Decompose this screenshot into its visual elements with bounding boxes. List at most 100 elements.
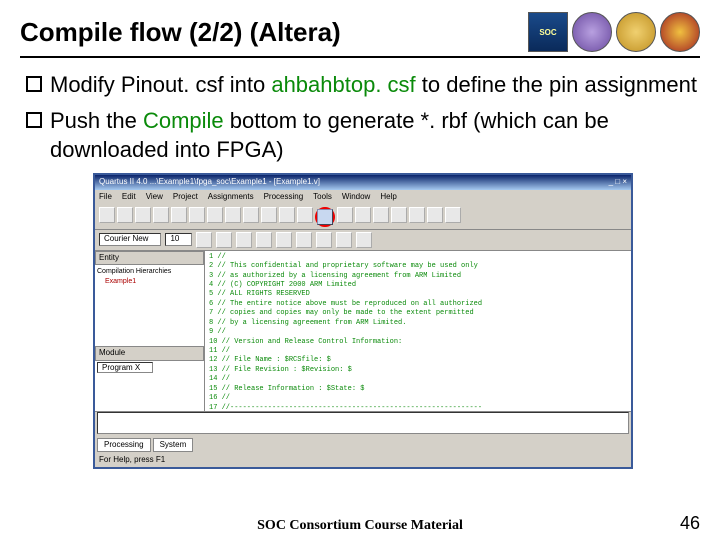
toolbar-icon[interactable] <box>296 232 312 248</box>
slide-title: Compile flow (2/2) (Altera) <box>20 17 341 48</box>
status-bar: For Help, press F1 <box>95 454 631 467</box>
window-title: Quartus II 4.0 ...\Example1\fpga_soc\Exa… <box>99 177 320 188</box>
toolbar-icon[interactable] <box>391 207 407 223</box>
toolbar-icon[interactable] <box>256 232 272 248</box>
toolbar-icon[interactable] <box>355 207 371 223</box>
play-icon <box>317 209 333 225</box>
page-number: 46 <box>680 513 700 534</box>
toolbar-icon[interactable] <box>276 232 292 248</box>
window-controls-icon: _ □ × <box>609 177 627 188</box>
slide-header: Compile flow (2/2) (Altera) SOC <box>20 12 700 58</box>
bullet-square-icon <box>26 112 42 128</box>
soc-logo: SOC <box>528 12 568 52</box>
code-line: 6 // The entire notice above must be rep… <box>209 300 627 309</box>
open-file-icon[interactable] <box>117 207 133 223</box>
paste-icon[interactable] <box>207 207 223 223</box>
left-panels: Entity Compilation Hierarchies Example1 … <box>95 251 205 411</box>
toolbar-icon[interactable] <box>216 232 232 248</box>
toolbar-row-1 <box>95 205 631 230</box>
redo-icon[interactable] <box>243 207 259 223</box>
university-logo-1-icon <box>616 12 656 52</box>
window-titlebar: Quartus II 4.0 ...\Example1\fpga_soc\Exa… <box>95 175 631 190</box>
code-line: 10 // Version and Release Control Inform… <box>209 338 627 347</box>
code-line: 4 // (C) COPYRIGHT 2000 ARM Limited <box>209 281 627 290</box>
module-panel-title: Module <box>95 346 204 361</box>
toolbar-row-2: Courier New 10 <box>95 230 631 251</box>
code-line: 13 // File Revision : $Revision: $ <box>209 366 627 375</box>
tree-item[interactable]: Compilation Hierarchies <box>97 267 202 276</box>
messages-area[interactable] <box>97 412 629 434</box>
menu-view[interactable]: View <box>146 192 163 203</box>
bullet-1: Modify Pinout. csf into ahbahbtop. csf t… <box>26 70 700 100</box>
fontsize-combo[interactable]: 10 <box>165 233 192 246</box>
bullet-1-pre: Modify Pinout. csf into <box>50 72 271 97</box>
menu-file[interactable]: File <box>99 192 112 203</box>
toolbar-icon[interactable] <box>196 232 212 248</box>
menu-window[interactable]: Window <box>342 192 370 203</box>
slide-footer: SOC Consortium Course Material <box>0 518 720 534</box>
toolbar-icon[interactable] <box>445 207 461 223</box>
toolbar-icon[interactable] <box>337 207 353 223</box>
save-icon[interactable] <box>135 207 151 223</box>
entity-panel-title: Entity <box>95 251 204 266</box>
new-file-icon[interactable] <box>99 207 115 223</box>
toolbar-icon[interactable] <box>409 207 425 223</box>
program-combo[interactable]: Program X <box>97 362 153 373</box>
toolbar-icon[interactable] <box>261 207 277 223</box>
code-line: 11 // <box>209 347 627 356</box>
entity-panel-body: Compilation Hierarchies Example1 <box>95 265 204 346</box>
code-editor[interactable]: 1 // 2 // This confidential and propriet… <box>205 251 631 411</box>
code-line: 12 // File Name : $RCSfile: $ <box>209 356 627 365</box>
menu-help[interactable]: Help <box>380 192 396 203</box>
toolbar-icon[interactable] <box>356 232 372 248</box>
toolbar-icon[interactable] <box>373 207 389 223</box>
bottom-tabs: Processing System <box>95 436 631 455</box>
undo-icon[interactable] <box>225 207 241 223</box>
bullet-2-pre: Push the <box>50 108 143 133</box>
menu-bar: File Edit View Project Assignments Proce… <box>95 190 631 205</box>
bottom-panel: Processing System For Help, press F1 <box>95 411 631 468</box>
code-line: 5 // ALL RIGHTS RESERVED <box>209 290 627 299</box>
editor-body: Entity Compilation Hierarchies Example1 … <box>95 251 631 411</box>
code-line: 9 // <box>209 328 627 337</box>
toolbar-icon[interactable] <box>316 232 332 248</box>
font-combo[interactable]: Courier New <box>99 233 161 246</box>
bullet-2: Push the Compile bottom to generate *. r… <box>26 106 700 165</box>
menu-assignments[interactable]: Assignments <box>208 192 254 203</box>
copy-icon[interactable] <box>189 207 205 223</box>
toolbar-icon[interactable] <box>236 232 252 248</box>
toolbar-icon[interactable] <box>427 207 443 223</box>
tab-system[interactable]: System <box>153 438 194 453</box>
toolbar-icon[interactable] <box>336 232 352 248</box>
menu-edit[interactable]: Edit <box>122 192 136 203</box>
code-line: 16 // <box>209 394 627 403</box>
menu-project[interactable]: Project <box>173 192 198 203</box>
logo-row: SOC <box>528 12 700 52</box>
slide-content: Modify Pinout. csf into ahbahbtop. csf t… <box>20 70 700 469</box>
university-logo-2-icon <box>660 12 700 52</box>
consortium-logo-icon <box>572 12 612 52</box>
toolbar-icon[interactable] <box>297 207 313 223</box>
compile-button[interactable] <box>315 207 335 227</box>
code-line: 14 // <box>209 375 627 384</box>
bullet-1-highlight: ahbahbtop. csf <box>271 72 415 97</box>
toolbar-icon[interactable] <box>279 207 295 223</box>
code-line: 15 // Release Information : $State: $ <box>209 385 627 394</box>
tree-item[interactable]: Example1 <box>97 277 202 286</box>
module-panel-body: Program X <box>95 361 204 411</box>
bullet-square-icon <box>26 76 42 92</box>
quartus-screenshot: Quartus II 4.0 ...\Example1\fpga_soc\Exa… <box>93 173 633 469</box>
code-line: 8 // by a licensing agreement from ARM L… <box>209 319 627 328</box>
tab-processing[interactable]: Processing <box>97 438 151 453</box>
code-line: 3 // as authorized by a licensing agreem… <box>209 272 627 281</box>
bullet-1-post: to define the pin assignment <box>416 72 697 97</box>
code-line: 1 // <box>209 253 627 262</box>
menu-processing[interactable]: Processing <box>264 192 304 203</box>
print-icon[interactable] <box>153 207 169 223</box>
code-line: 7 // copies and copies may only be made … <box>209 309 627 318</box>
code-line: 2 // This confidential and proprietary s… <box>209 262 627 271</box>
menu-tools[interactable]: Tools <box>313 192 332 203</box>
code-line: 17 //-----------------------------------… <box>209 404 627 411</box>
cut-icon[interactable] <box>171 207 187 223</box>
bullet-2-highlight: Compile <box>143 108 224 133</box>
